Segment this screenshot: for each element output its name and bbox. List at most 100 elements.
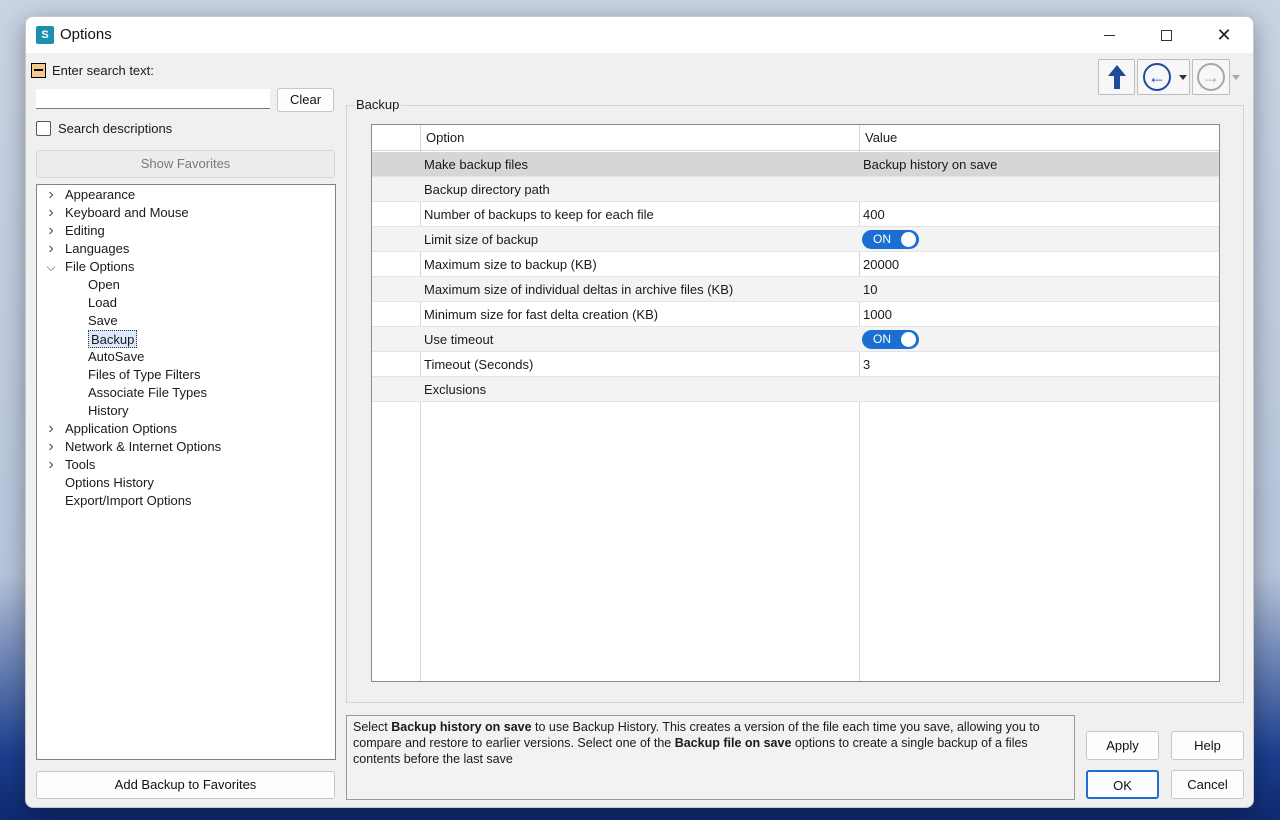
option-name: Maximum size to backup (KB) xyxy=(424,257,597,272)
tree-item[interactable]: Languages xyxy=(65,240,129,258)
back-history-dropdown[interactable] xyxy=(1176,59,1190,95)
tree-item[interactable]: Editing xyxy=(65,222,105,240)
tree-item[interactable]: Appearance xyxy=(65,186,135,204)
window-title: Options xyxy=(60,26,112,43)
grid-header: Option Value xyxy=(372,125,1219,151)
option-name: Use timeout xyxy=(424,332,494,347)
grid-row[interactable]: Number of backups to keep for each file 4… xyxy=(372,202,1219,227)
minimize-button[interactable] xyxy=(1080,17,1138,53)
description-text: Select xyxy=(353,720,392,734)
chevron-right-icon[interactable]: › xyxy=(45,438,57,456)
tree-item[interactable]: History xyxy=(88,402,128,420)
tree-item[interactable]: Options History xyxy=(65,474,154,492)
title-bar: S Options ✕ xyxy=(26,17,1253,53)
add-to-favorites-button[interactable]: Add Backup to Favorites xyxy=(36,771,335,799)
toggle-state: ON xyxy=(873,332,891,346)
column-header-option[interactable]: Option xyxy=(426,130,464,145)
grid-row[interactable]: Make backup files Backup history on save xyxy=(372,152,1219,177)
tree-item[interactable]: File Options xyxy=(65,258,134,276)
option-name: Timeout (Seconds) xyxy=(424,357,534,372)
back-button[interactable]: ← xyxy=(1137,59,1177,95)
ok-button[interactable]: OK xyxy=(1086,770,1159,799)
back-arrow-icon: ← xyxy=(1143,63,1171,91)
show-favorites-button[interactable]: Show Favorites xyxy=(36,150,335,178)
cancel-button[interactable]: Cancel xyxy=(1171,770,1244,799)
tree-item[interactable]: Tools xyxy=(65,456,95,474)
apply-button[interactable]: Apply xyxy=(1086,731,1159,760)
options-dialog: S Options ✕ Enter search text: Clear Sea… xyxy=(25,16,1254,808)
forward-history-dropdown[interactable] xyxy=(1229,59,1243,95)
up-arrow-icon xyxy=(1107,65,1126,89)
grid-row[interactable]: Maximum size of individual deltas in arc… xyxy=(372,277,1219,302)
option-name: Exclusions xyxy=(424,382,487,397)
option-name: Backup directory path xyxy=(424,182,550,197)
forward-arrow-icon: → xyxy=(1197,63,1225,91)
options-tree: › Appearance › Keyboard and Mouse › Editing › L… xyxy=(36,184,336,760)
toggle-knob xyxy=(901,332,916,347)
option-value[interactable]: Backup history on save xyxy=(863,157,997,172)
option-name: Minimum size for fast delta creation (KB… xyxy=(424,307,659,322)
tree-item[interactable]: AutoSave xyxy=(88,348,144,366)
chevron-right-icon[interactable]: › xyxy=(45,456,57,474)
chevron-down-icon[interactable]: ⌵ xyxy=(45,258,57,276)
option-value[interactable]: 20000 xyxy=(863,257,899,272)
close-button[interactable]: ✕ xyxy=(1195,17,1253,53)
toggle-switch[interactable]: ON xyxy=(862,230,919,249)
option-name: Number of backups to keep for each file xyxy=(424,207,654,222)
app-icon: S xyxy=(36,26,54,44)
tree-item[interactable]: Open xyxy=(88,276,120,294)
search-input[interactable] xyxy=(36,89,270,109)
column-header-value[interactable]: Value xyxy=(865,130,897,145)
maximize-icon xyxy=(1160,29,1172,41)
option-value[interactable]: 400 xyxy=(863,207,885,222)
description-bold: Backup file on save xyxy=(674,736,792,750)
tree-item[interactable]: Network & Internet Options xyxy=(65,438,221,456)
option-description: Select Backup history on save to use Bac… xyxy=(346,715,1075,800)
help-button[interactable]: Help xyxy=(1171,731,1244,760)
option-name: Make backup files xyxy=(424,157,529,172)
grid-row[interactable]: Backup directory path xyxy=(372,177,1219,202)
clear-button[interactable]: Clear xyxy=(277,88,334,112)
forward-button[interactable]: → xyxy=(1192,59,1230,95)
chevron-right-icon[interactable]: › xyxy=(45,186,57,204)
up-button[interactable] xyxy=(1098,59,1135,95)
grid-row[interactable]: Timeout (Seconds) 3 xyxy=(372,352,1219,377)
tree-item[interactable]: Application Options xyxy=(65,420,177,438)
group-title: Backup xyxy=(354,97,402,112)
chevron-down-icon xyxy=(1178,74,1187,80)
search-descriptions-label: Search descriptions xyxy=(58,121,173,136)
tree-item[interactable]: Keyboard and Mouse xyxy=(65,204,189,222)
tree-item[interactable]: Save xyxy=(88,312,118,330)
tree-item[interactable]: Load xyxy=(88,294,117,312)
description-bold: Backup history on save xyxy=(391,720,532,734)
search-descriptions-checkbox[interactable] xyxy=(36,121,51,136)
grid-row[interactable]: Limit size of backup ON xyxy=(372,227,1219,252)
tree-item[interactable]: Files of Type Filters xyxy=(88,366,200,384)
tree-item[interactable]: Export/Import Options xyxy=(65,492,191,510)
chevron-right-icon[interactable]: › xyxy=(45,240,57,258)
options-grid: Option Value Make backup files Backup his… xyxy=(371,124,1220,682)
minimize-icon xyxy=(1103,34,1115,36)
grid-row[interactable]: Minimum size for fast delta creation (KB… xyxy=(372,302,1219,327)
chevron-right-icon[interactable]: › xyxy=(45,420,57,438)
chevron-right-icon[interactable]: › xyxy=(45,222,57,240)
option-name: Limit size of backup xyxy=(424,232,539,247)
grid-row[interactable]: Exclusions xyxy=(372,377,1219,402)
tree-item[interactable]: Associate File Types xyxy=(88,384,207,402)
grid-row[interactable]: Use timeout ON xyxy=(372,327,1219,352)
toggle-state: ON xyxy=(873,232,891,246)
chevron-down-icon xyxy=(1232,74,1240,80)
search-collapse-toggle[interactable] xyxy=(31,63,46,78)
option-value[interactable]: 3 xyxy=(863,357,870,372)
toggle-knob xyxy=(901,232,916,247)
toggle-switch[interactable]: ON xyxy=(862,330,919,349)
option-value[interactable]: 1000 xyxy=(863,307,892,322)
option-value[interactable]: 10 xyxy=(863,282,877,297)
grid-row[interactable]: Maximum size to backup (KB) 20000 xyxy=(372,252,1219,277)
maximize-button[interactable] xyxy=(1137,17,1195,53)
search-label: Enter search text: xyxy=(52,63,154,78)
close-icon: ✕ xyxy=(1216,25,1232,45)
chevron-right-icon[interactable]: › xyxy=(45,204,57,222)
tree-item[interactable]: Backup xyxy=(88,330,138,348)
option-name: Maximum size of individual deltas in arc… xyxy=(424,282,734,297)
